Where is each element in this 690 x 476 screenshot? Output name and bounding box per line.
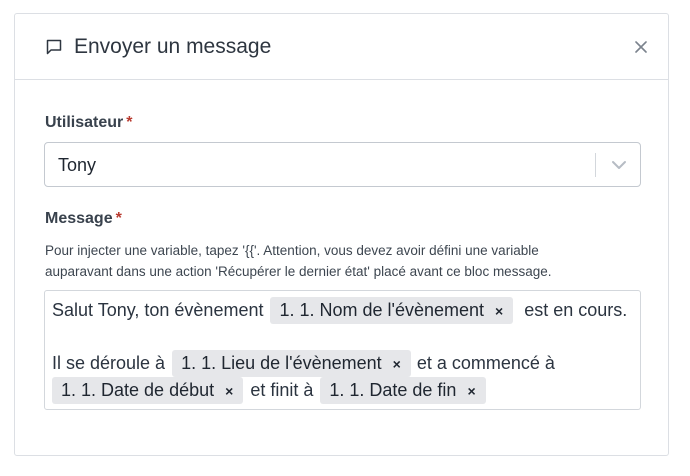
message-editor[interactable]: Salut Tony, ton évènement 1. 1. Nom de l… [44,290,641,410]
variable-chip-event-location[interactable]: 1. 1. Lieu de l'évènement × [172,350,411,377]
editor-line-1: Salut Tony, ton évènement 1. 1. Nom de l… [52,297,627,324]
variable-chip-event-name[interactable]: 1. 1. Nom de l'évènement × [270,297,514,324]
message-field-label: Message * [45,210,122,227]
variable-chip-end-date[interactable]: 1. 1. Date de fin × [320,377,486,404]
select-separator [595,153,596,177]
close-icon[interactable] [634,40,648,54]
modal-header: Envoyer un message [15,14,668,80]
send-message-modal: Envoyer un message Utilisateur * Tony Mes… [14,13,669,456]
remove-chip-icon[interactable]: × [495,303,503,319]
required-mark: * [115,210,122,227]
remove-chip-icon[interactable]: × [393,356,401,372]
user-field-label: Utilisateur * [45,114,133,131]
remove-chip-icon[interactable]: × [467,383,475,399]
chevron-down-icon[interactable] [611,159,627,171]
editor-line-3: 1. 1. Date de début × et finit à 1. 1. D… [52,377,486,404]
modal-title: Envoyer un message [74,35,272,58]
variable-chip-start-date[interactable]: 1. 1. Date de début × [52,377,244,404]
user-select-value: Tony [58,155,97,175]
editor-line-2: Il se déroule à 1. 1. Lieu de l'évènemen… [52,350,555,377]
message-help-text: Pour injecter une variable, tapez '{{'. … [45,243,552,279]
remove-chip-icon[interactable]: × [225,383,233,399]
required-mark: * [126,114,133,131]
message-square-icon [46,39,62,55]
user-select[interactable]: Tony [44,142,641,187]
